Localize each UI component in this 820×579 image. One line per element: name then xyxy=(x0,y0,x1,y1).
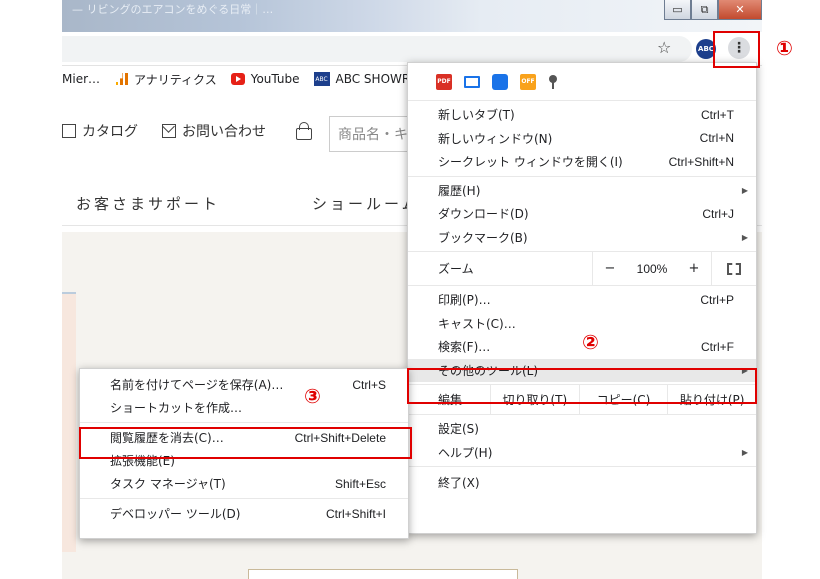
menu-label: デベロッパー ツール(D) xyxy=(110,507,241,521)
chrome-main-menu: PDF OFF 新しいタブ(T) Ctrl+T 新しいウィンドウ(N) Ctrl… xyxy=(407,62,757,534)
menu-label: 検索(F)… xyxy=(438,340,491,355)
bookmark-label: Mier… xyxy=(62,72,101,86)
analytics-icon xyxy=(114,73,129,85)
menu-zoom-row: ズーム − 100% + xyxy=(408,251,756,286)
menu-label: 設定(S) xyxy=(438,422,479,437)
pdf-extension-icon[interactable]: PDF xyxy=(436,73,452,90)
zoom-label: ズーム xyxy=(438,262,474,276)
abc-icon: ABC xyxy=(313,72,330,86)
bookmark-item[interactable]: Mier… xyxy=(62,72,100,86)
menu-label: ショートカットを作成… xyxy=(110,401,243,415)
close-button[interactable]: ✕ xyxy=(718,0,762,20)
menu-shortcut: Ctrl+J xyxy=(702,206,734,221)
highlight-clear-browsing-data xyxy=(79,427,412,459)
nav-catalog[interactable]: カタログ xyxy=(62,121,138,141)
menu-item-bookmarks[interactable]: ブックマーク(B) ▶ xyxy=(408,226,756,250)
menu-item-settings[interactable]: 設定(S) xyxy=(408,417,756,441)
menu-label: 履歴(H) xyxy=(438,183,481,198)
step-1-label: ① xyxy=(776,36,793,60)
menu-label: タスク マネージャ(T) xyxy=(110,477,226,491)
youtube-icon xyxy=(230,73,245,85)
menu-label: ヘルプ(H) xyxy=(438,445,493,460)
submenu-arrow-icon: ▶ xyxy=(741,185,748,195)
subnav-showroom[interactable]: ショールーム xyxy=(312,193,420,214)
submenu-item-save-page[interactable]: 名前を付けてページを保存(A)… Ctrl+S xyxy=(80,373,408,396)
menu-divider xyxy=(80,498,408,499)
submenu-item-task-manager[interactable]: タスク マネージャ(T) Shift+Esc xyxy=(80,472,408,495)
menu-group-new: 新しいタブ(T) Ctrl+T 新しいウィンドウ(N) Ctrl+N シークレッ… xyxy=(408,101,756,177)
menu-shortcut: Ctrl+T xyxy=(701,107,734,122)
bookmark-star-icon[interactable]: ☆ xyxy=(657,38,671,57)
bookmark-item[interactable]: アナリティクス xyxy=(114,71,217,88)
browser-toolbar: ☆ ABC ⋮ xyxy=(62,32,762,66)
highlight-more-tools xyxy=(407,368,757,404)
map-pin-icon[interactable] xyxy=(548,74,558,89)
menu-item-downloads[interactable]: ダウンロード(D) Ctrl+J xyxy=(408,202,756,226)
nav-contact-label: お問い合わせ xyxy=(182,124,266,140)
title-bar: — リビングのエアコンをめぐる日常｜… ▭ ⧉ ✕ xyxy=(62,0,762,32)
subnav-support[interactable]: お客さまサポート xyxy=(76,193,220,214)
lock-icon xyxy=(296,121,312,140)
submenu-item-developer-tools[interactable]: デベロッパー ツール(D) Ctrl+Shift+I xyxy=(80,502,408,525)
off-extension-icon[interactable]: OFF xyxy=(520,73,536,90)
menu-shortcut: Ctrl+Shift+N xyxy=(668,154,734,169)
catalog-icon xyxy=(62,124,76,138)
menu-shortcut: Ctrl+S xyxy=(352,377,386,392)
zoom-value: 100% xyxy=(636,261,668,276)
fullscreen-button[interactable] xyxy=(711,251,755,286)
menu-item-new-tab[interactable]: 新しいタブ(T) Ctrl+T xyxy=(408,103,756,127)
submenu-item-create-shortcut[interactable]: ショートカットを作成… xyxy=(80,396,408,419)
menu-label: ダウンロード(D) xyxy=(438,207,529,222)
zoom-out-button[interactable]: − xyxy=(593,261,627,276)
zoom-controls: − 100% + xyxy=(592,251,711,286)
bookmark-item[interactable]: ABC ABC SHOWRO xyxy=(313,72,420,86)
menu-item-new-window[interactable]: 新しいウィンドウ(N) Ctrl+N xyxy=(408,127,756,151)
menu-item-print[interactable]: 印刷(P)… Ctrl+P xyxy=(408,288,756,312)
menu-label: シークレット ウィンドウを開く(I) xyxy=(438,155,623,170)
highlight-menu-button xyxy=(713,31,760,68)
nav-catalog-label: カタログ xyxy=(82,124,138,140)
menu-shortcut: Shift+Esc xyxy=(334,476,386,491)
menu-item-exit[interactable]: 終了(X) xyxy=(408,471,756,495)
address-bar[interactable] xyxy=(62,36,692,62)
maximize-button[interactable]: ⧉ xyxy=(691,0,718,20)
hero-card xyxy=(62,292,76,552)
extension-icons: PDF OFF xyxy=(408,63,756,101)
bookmark-item[interactable]: YouTube xyxy=(230,72,300,86)
fullscreen-icon xyxy=(726,262,741,275)
menu-label: 印刷(P)… xyxy=(438,293,491,308)
menu-shortcut: Ctrl+N xyxy=(699,131,734,146)
menu-shortcut: Ctrl+F xyxy=(701,339,734,354)
menu-item-help[interactable]: ヘルプ(H) ▶ xyxy=(408,441,756,465)
zoom-in-button[interactable]: + xyxy=(677,261,711,276)
menu-label: ブックマーク(B) xyxy=(438,230,528,245)
menu-divider xyxy=(80,422,408,423)
menu-label: 新しいウィンドウ(N) xyxy=(438,131,553,146)
submenu-arrow-icon: ▶ xyxy=(741,447,748,457)
step-2-label: ② xyxy=(582,330,599,354)
menu-shortcut: Ctrl+P xyxy=(700,292,734,307)
menu-group-settings: 設定(S) ヘルプ(H) ▶ xyxy=(408,415,756,467)
screen-extension-icon[interactable] xyxy=(464,75,480,88)
menu-item-incognito[interactable]: シークレット ウィンドウを開く(I) Ctrl+Shift+N xyxy=(408,150,756,174)
bookmark-label: アナリティクス xyxy=(134,72,217,87)
step-3-label: ③ xyxy=(304,384,321,408)
site-header-nav: カタログ お問い合わせ xyxy=(62,116,336,146)
minimize-button[interactable]: ▭ xyxy=(664,0,691,20)
nav-contact[interactable]: お問い合わせ xyxy=(162,121,266,141)
menu-item-history[interactable]: 履歴(H) ▶ xyxy=(408,179,756,203)
hero-box xyxy=(248,569,518,579)
submenu-arrow-icon: ▶ xyxy=(741,232,748,242)
menu-group-history: 履歴(H) ▶ ダウンロード(D) Ctrl+J ブックマーク(B) ▶ xyxy=(408,177,756,252)
menu-label: 新しいタブ(T) xyxy=(438,108,515,123)
bookmark-label: YouTube xyxy=(250,72,300,86)
camera-extension-icon[interactable] xyxy=(492,73,508,90)
window-controls: ▭ ⧉ ✕ xyxy=(664,0,762,20)
tab-ghost-text: — リビングのエアコンをめぐる日常｜… xyxy=(72,3,274,16)
menu-shortcut: Ctrl+Shift+I xyxy=(325,506,386,521)
mail-icon xyxy=(162,124,176,138)
nav-login[interactable] xyxy=(290,121,312,140)
menu-label: 終了(X) xyxy=(438,476,480,491)
